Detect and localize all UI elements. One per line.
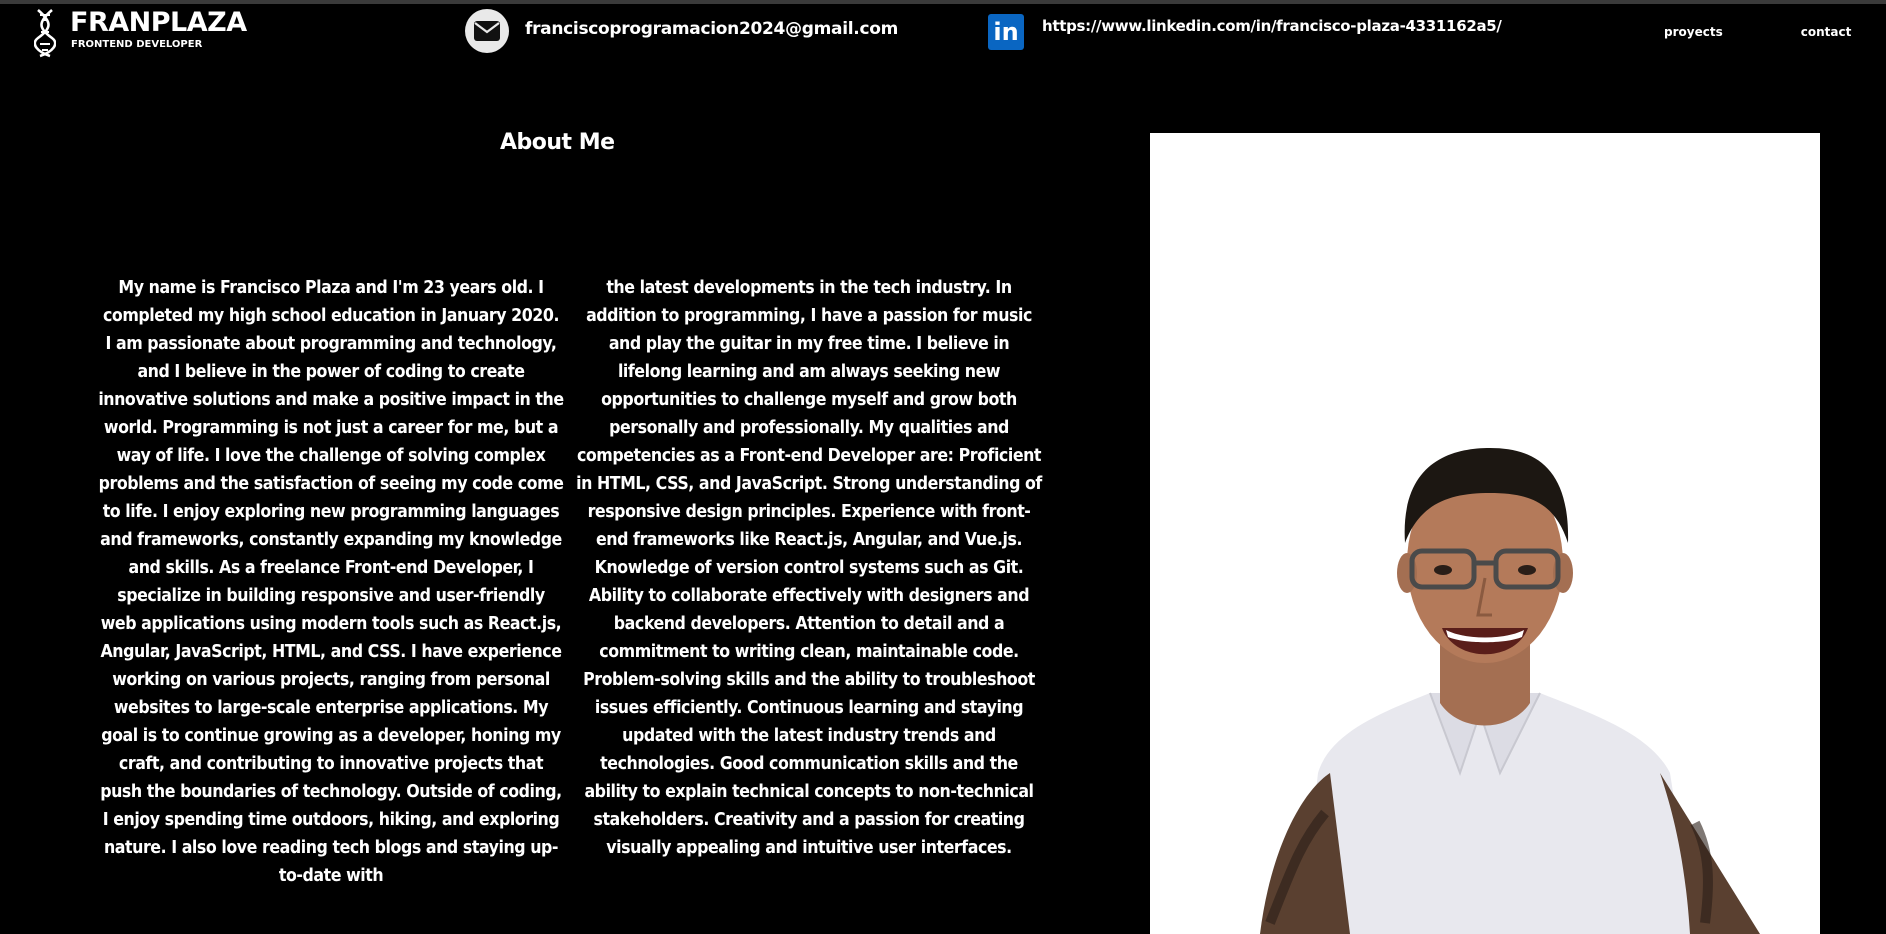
- brand-name: FRANPLAZA: [70, 7, 247, 38]
- linkedin-url[interactable]: https://www.linkedin.com/in/francisco-pl…: [1042, 17, 1502, 35]
- dna-icon: [34, 9, 56, 58]
- main-nav: proyects contact: [1664, 25, 1851, 39]
- about-title: About Me: [500, 130, 615, 155]
- email-contact[interactable]: franciscoprogramacion2024@gmail.com: [465, 9, 898, 53]
- site-logo[interactable]: FRANPLAZA FRONTEND DEVELOPER: [34, 8, 247, 58]
- linkedin-icon-text: in: [993, 18, 1019, 46]
- envelope-icon[interactable]: [465, 9, 509, 53]
- browser-top-border: [0, 0, 1886, 4]
- about-text-column-1: My name is Francisco Plaza and I'm 23 ye…: [98, 278, 564, 886]
- linkedin-icon[interactable]: in: [988, 14, 1024, 50]
- nav-projects-link[interactable]: proyects: [1664, 25, 1723, 39]
- brand-role: FRONTEND DEVELOPER: [71, 39, 203, 50]
- nav-contact-link[interactable]: contact: [1801, 25, 1852, 39]
- brand-text: FRANPLAZA FRONTEND DEVELOPER: [70, 8, 247, 52]
- portfolio-page: FRANPLAZA FRONTEND DEVELOPER franciscopr…: [0, 0, 1886, 934]
- about-text-column-2: the latest developments in the tech indu…: [576, 278, 1042, 858]
- person-portrait: [1150, 133, 1820, 934]
- email-address[interactable]: franciscoprogramacion2024@gmail.com: [525, 19, 898, 39]
- linkedin-contact[interactable]: in https://www.linkedin.com/in/francisco…: [988, 14, 1502, 50]
- envelope-glyph: [474, 21, 500, 41]
- profile-photo: [1150, 133, 1820, 934]
